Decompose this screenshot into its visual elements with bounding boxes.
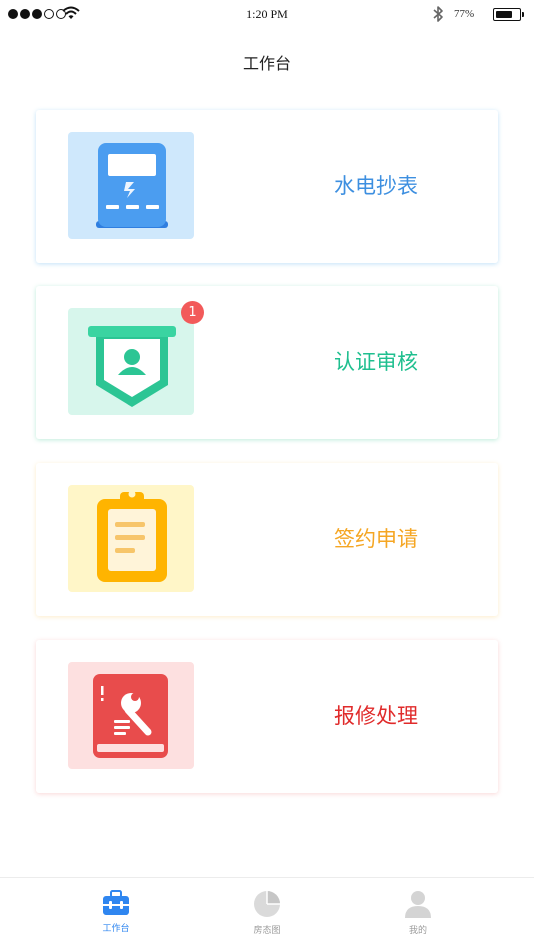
repair-handling-tile <box>68 662 194 769</box>
bluetooth-icon <box>433 6 443 22</box>
tab-workbench[interactable]: 工作台 <box>66 890 166 934</box>
profile-icon <box>405 891 431 918</box>
battery-percent: 77% <box>454 8 475 20</box>
contract-application-tile <box>68 485 194 592</box>
workbench-icon <box>103 890 129 915</box>
contract-application-card[interactable]: 签约申请 <box>36 463 498 616</box>
tab-room-status-label: 房态图 <box>253 926 281 936</box>
meter-reading-card[interactable]: 水电抄表 <box>36 110 498 263</box>
tab-profile[interactable]: 我的 <box>368 890 468 936</box>
room-status-chart-icon <box>254 891 280 917</box>
notification-badge: 1 <box>181 301 204 324</box>
certification-review-tile <box>68 308 194 415</box>
repair-handling-icon <box>93 674 168 758</box>
certification-review-card[interactable]: 1 认证审核 <box>36 286 498 439</box>
meter-reading-tile <box>68 132 194 239</box>
tab-workbench-label: 工作台 <box>102 924 130 934</box>
bottom-tab-bar: 工作台 房态图 我的 <box>0 877 534 951</box>
certification-review-icon <box>88 326 176 407</box>
meter-reading-icon <box>96 143 168 228</box>
contract-application-label: 签约申请 <box>334 527 418 551</box>
certification-review-label: 认证审核 <box>334 350 418 374</box>
repair-handling-card[interactable]: 报修处理 <box>36 640 498 793</box>
meter-reading-label: 水电抄表 <box>334 174 418 198</box>
tab-profile-label: 我的 <box>408 926 427 936</box>
battery-icon <box>493 8 524 21</box>
contract-application-icon <box>97 490 167 582</box>
tab-room-status[interactable]: 房态图 <box>217 890 317 936</box>
status-bar: 1:20 PM 77% <box>0 0 534 30</box>
page-title: 工作台 <box>242 54 291 73</box>
repair-handling-label: 报修处理 <box>334 704 418 728</box>
